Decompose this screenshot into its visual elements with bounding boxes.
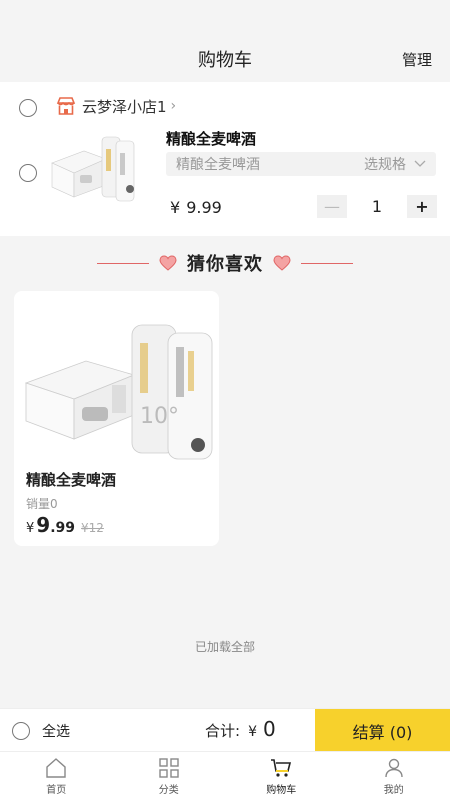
- spec-selector[interactable]: 精酿全麦啤酒 选规格: [166, 152, 436, 176]
- spec-text: 精酿全麦啤酒: [176, 157, 260, 173]
- grid-icon: [159, 758, 179, 778]
- tab-cart[interactable]: 购物车: [225, 752, 338, 800]
- heart-icon: [159, 255, 177, 271]
- manage-button[interactable]: 管理: [402, 49, 432, 70]
- chevron-right-icon: ›: [170, 98, 177, 114]
- home-icon: [46, 758, 66, 778]
- price-decimal: .99: [50, 520, 76, 536]
- quantity-stepper: — 1 +: [317, 195, 437, 218]
- checkout-bar: 全选 合计: ¥ 0 结算 (0): [0, 708, 450, 752]
- total-amount: 0: [262, 717, 276, 741]
- spec-select-label: 选规格: [364, 157, 406, 173]
- total-label: 合计:: [205, 722, 241, 740]
- recommend-heading: 猜你喜欢: [0, 250, 450, 276]
- tab-home[interactable]: 首页: [0, 752, 113, 800]
- checkout-button[interactable]: 结算 (0): [315, 709, 450, 752]
- item-select-radio[interactable]: [19, 164, 37, 182]
- cart-shop-card: 云梦泽小店1 › 精酿全麦啤酒 精酿全麦啤酒 选规格 ¥9.99 — 1 +: [0, 82, 450, 236]
- tab-category[interactable]: 分类: [113, 752, 226, 800]
- currency-symbol: ¥: [248, 724, 257, 740]
- recommend-title: 猜你喜欢: [187, 254, 263, 275]
- item-title[interactable]: 精酿全麦啤酒: [166, 128, 256, 149]
- heart-icon: [273, 255, 291, 271]
- decrease-button[interactable]: —: [317, 195, 347, 218]
- spec-select: 选规格: [364, 154, 426, 174]
- divider-left: [97, 262, 149, 264]
- price-integer: 9: [36, 513, 51, 537]
- tab-label: 首页: [46, 785, 67, 796]
- cart-icon: [271, 759, 292, 777]
- product-thumbnail[interactable]: [50, 129, 150, 209]
- chevron-down-icon: [414, 160, 426, 167]
- divider-right: [301, 262, 353, 264]
- total-price: 合计: ¥ 0: [205, 717, 276, 741]
- shop-select-radio[interactable]: [19, 99, 37, 117]
- product-name: 精酿全麦啤酒: [26, 471, 117, 489]
- shop-link[interactable]: 云梦泽小店1 ›: [56, 95, 176, 117]
- tab-label: 分类: [158, 785, 179, 796]
- product-price: ¥ 9 .99 ¥12: [26, 513, 104, 537]
- store-icon: [56, 97, 76, 115]
- item-price: ¥9.99: [170, 198, 222, 217]
- shop-name: 云梦泽小店1: [82, 97, 167, 116]
- user-icon: [385, 758, 403, 778]
- svg-text:10°: 10°: [140, 404, 179, 429]
- tab-label: 购物车: [266, 785, 297, 796]
- currency-symbol: ¥: [170, 198, 181, 217]
- item-price-value: 9.99: [186, 198, 222, 217]
- tab-label: 我的: [383, 785, 404, 796]
- tab-mine[interactable]: 我的: [338, 752, 450, 800]
- select-all-label[interactable]: 全选: [42, 721, 70, 741]
- quantity-value[interactable]: 1: [347, 197, 407, 216]
- top-header: 购物车 管理: [0, 0, 450, 82]
- currency-symbol: ¥: [26, 521, 35, 536]
- loaded-all-text: 已加载全部: [194, 640, 255, 654]
- product-sales: 销量0: [26, 497, 58, 511]
- product-image: 10°: [24, 324, 213, 460]
- increase-button[interactable]: +: [407, 195, 437, 218]
- select-all-radio[interactable]: [12, 722, 30, 740]
- bottom-tab-bar: 首页 分类 购物车 我的: [0, 751, 450, 800]
- original-price: ¥12: [81, 521, 104, 535]
- page-title: 购物车: [198, 50, 252, 71]
- recommend-product-card[interactable]: 10° 精酿全麦啤酒 销量0 ¥ 9 .99 ¥12: [14, 291, 219, 546]
